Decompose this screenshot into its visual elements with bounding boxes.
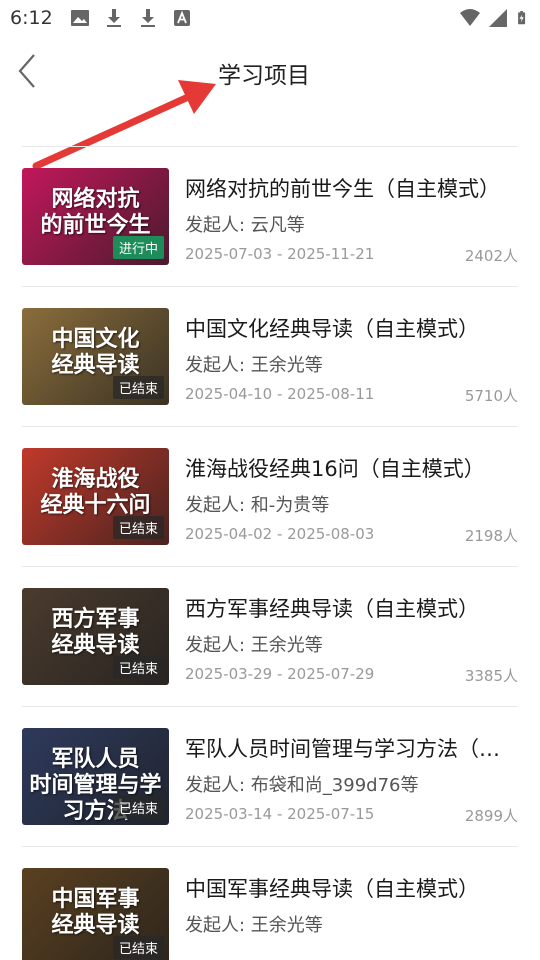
project-title: 军队人员时间管理与学习方法（自主模式） (185, 737, 510, 761)
battery-charging-icon (518, 11, 526, 25)
participant-count: 2899人 (464, 807, 518, 825)
download-icon (141, 9, 155, 27)
thumbnail-title: 中国文化 经典导读 (51, 326, 140, 378)
project-item[interactable]: 网络对抗 的前世今生 进行中 网络对抗的前世今生（自主模式） 发起人: 云凡等 … (22, 146, 518, 286)
project-thumbnail: 网络对抗 的前世今生 进行中 (22, 168, 169, 265)
project-item[interactable]: 军队人员 时间管理与学习方法 已结束 军队人员时间管理与学习方法（自主模式） 发… (22, 706, 518, 846)
font-icon (174, 10, 190, 26)
header: 学习项目 (0, 36, 540, 110)
project-initiator: 发起人: 王余光等 (185, 915, 323, 936)
project-dates: 2025-04-02 - 2025-08-03 (185, 525, 375, 543)
participant-count: 5710人 (464, 387, 518, 405)
project-item[interactable]: 西方军事 经典导读 已结束 西方军事经典导读（自主模式） 发起人: 王余光等 2… (22, 566, 518, 706)
project-thumbnail: 中国军事 经典导读 已结束 (22, 868, 169, 960)
project-thumbnail: 西方军事 经典导读 已结束 (22, 588, 169, 685)
thumbnail-title: 西方军事 经典导读 (51, 606, 140, 658)
image-icon (71, 10, 89, 26)
project-thumbnail: 中国文化 经典导读 已结束 (22, 308, 169, 405)
status-bar: 6:12 (0, 0, 540, 36)
project-title: 网络对抗的前世今生（自主模式） (185, 177, 500, 201)
thumbnail-title: 网络对抗 的前世今生 (40, 186, 151, 238)
status-badge: 已结束 (112, 936, 164, 959)
project-dates: 2025-07-03 - 2025-11-21 (185, 245, 375, 263)
project-thumbnail: 军队人员 时间管理与学习方法 已结束 (22, 728, 169, 825)
project-title: 中国文化经典导读（自主模式） (185, 317, 479, 341)
status-badge: 已结束 (112, 376, 164, 399)
project-dates: 2025-04-10 - 2025-08-11 (185, 385, 375, 403)
project-item[interactable]: 中国军事 经典导读 已结束 中国军事经典导读（自主模式） 发起人: 王余光等 (22, 846, 518, 960)
thumbnail-title: 淮海战役 经典十六问 (40, 466, 151, 518)
status-badge: 进行中 (112, 236, 164, 259)
participant-count: 2198人 (464, 527, 518, 545)
project-initiator: 发起人: 和-为贵等 (185, 495, 330, 516)
project-title: 淮海战役经典16问（自主模式） (185, 457, 485, 481)
project-dates: 2025-03-29 - 2025-07-29 (185, 665, 375, 683)
status-time: 6:12 (10, 7, 53, 29)
project-initiator: 发起人: 王余光等 (185, 355, 323, 376)
status-badge: 已结束 (112, 656, 164, 679)
download-icon (107, 9, 121, 27)
participant-count: 3385人 (464, 667, 518, 685)
project-list: 网络对抗 的前世今生 进行中 网络对抗的前世今生（自主模式） 发起人: 云凡等 … (22, 146, 518, 960)
page-title: 学习项目 (0, 56, 540, 90)
project-initiator: 发起人: 王余光等 (185, 635, 323, 656)
project-item[interactable]: 淮海战役 经典十六问 已结束 淮海战役经典16问（自主模式） 发起人: 和-为贵… (22, 426, 518, 566)
project-title: 中国军事经典导读（自主模式） (185, 877, 479, 901)
project-initiator: 发起人: 云凡等 (185, 215, 305, 236)
project-thumbnail: 淮海战役 经典十六问 已结束 (22, 448, 169, 545)
project-item[interactable]: 中国文化 经典导读 已结束 中国文化经典导读（自主模式） 发起人: 王余光等 2… (22, 286, 518, 426)
project-initiator: 发起人: 布袋和尚_399d76等 (185, 775, 419, 796)
status-badge: 已结束 (112, 796, 164, 819)
project-title: 西方军事经典导读（自主模式） (185, 597, 479, 621)
thumbnail-title: 中国军事 经典导读 (51, 886, 140, 938)
system-icons (460, 8, 530, 28)
page-title-text: 学习项目 (218, 63, 310, 89)
status-badge: 已结束 (112, 516, 164, 539)
participant-count: 2402人 (464, 247, 518, 265)
signal-icon (489, 9, 507, 27)
project-dates: 2025-03-14 - 2025-07-15 (185, 805, 375, 823)
notification-icons (70, 8, 192, 28)
wifi-icon (460, 9, 480, 26)
